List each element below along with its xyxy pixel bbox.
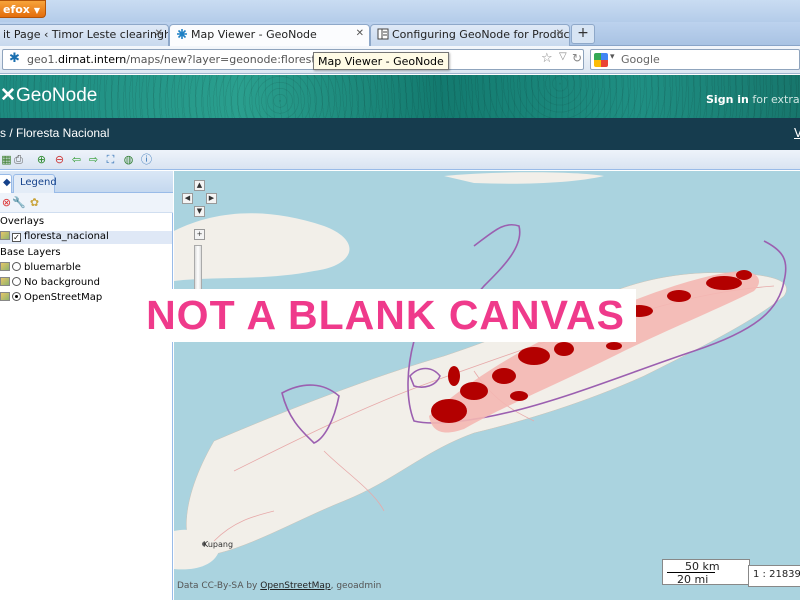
geonode-logo[interactable]: ✕GeoNode (0, 84, 97, 107)
signin-area: Sign in for extra fe (706, 93, 800, 106)
layer-checkbox[interactable]: ✓ (12, 233, 21, 242)
layer-radio[interactable] (12, 292, 21, 301)
attribution-prefix: Data CC-By-SA by (177, 581, 261, 591)
zoom-plus-icon[interactable]: + (194, 229, 205, 240)
layer-styles-icon[interactable]: ✿ (28, 196, 41, 209)
search-bar[interactable]: ▾ Google (590, 49, 800, 70)
layers-icon: ◆ (3, 177, 11, 188)
url-prefix: geo1. (27, 53, 58, 66)
map-viewport[interactable]: ▲ ◀ ▶ ▼ + Kupang Data CC-By-SA by OpenSt… (174, 171, 800, 600)
layer-tools: ⊗ 🔧 ✿ (0, 193, 173, 213)
layer-icon (0, 231, 10, 240)
layer-icon (0, 262, 10, 271)
layer-radio[interactable] (12, 277, 21, 286)
close-icon[interactable]: ✕ (356, 28, 364, 39)
site-identity-icon[interactable]: ✱ (9, 52, 23, 66)
tab-tooltip: Map Viewer - GeoNode (313, 52, 449, 70)
zoom-in-icon[interactable]: ⊕ (35, 153, 48, 166)
print-icon[interactable]: ⎙ (12, 153, 25, 166)
scale-km: 50 km (685, 560, 720, 573)
base-layer-openstreetmap[interactable]: OpenStreetMap (0, 292, 102, 303)
site-banner (0, 75, 800, 118)
tab-timor-leste[interactable]: it Page ‹ Timor Leste clearinghouse... ✕ (0, 24, 169, 46)
attribution-suffix: , geoadmin (330, 581, 382, 591)
layer-name: bluemarble (24, 262, 81, 273)
breadcrumb-right-link[interactable]: V (794, 126, 800, 140)
chevron-down-icon: ▼ (33, 6, 41, 15)
new-tab-button[interactable]: + (571, 24, 595, 44)
google-icon[interactable] (594, 53, 608, 67)
window-titlebar (0, 0, 800, 22)
layer-name: OpenStreetMap (24, 292, 103, 303)
tab-legend[interactable]: Legend (13, 174, 57, 193)
document-icon (377, 28, 389, 40)
tab-title: it Page ‹ Timor Leste clearinghouse... (3, 28, 168, 41)
osm-link[interactable]: OpenStreetMap (260, 581, 330, 591)
globe-icon[interactable]: ◍ (122, 153, 135, 166)
panel-tabs: ◆ Legend (0, 171, 173, 194)
breadcrumb[interactable]: s / Floresta Nacional (0, 126, 109, 140)
tab-layers[interactable]: ◆ (0, 174, 12, 194)
city-label-kupang: Kupang (203, 540, 234, 549)
overlays-heading: Overlays (0, 216, 44, 227)
tab-configuring-geonode[interactable]: Configuring GeoNode for Production... ✕ (370, 24, 570, 46)
close-icon[interactable]: ✕ (155, 28, 163, 39)
info-icon[interactable]: ⓘ (140, 153, 153, 166)
signin-suffix: for extra fe (752, 93, 800, 106)
pan-left-icon[interactable]: ◀ (182, 193, 193, 204)
reload-icon[interactable]: ↻ (572, 51, 582, 65)
search-input[interactable]: Google (621, 53, 660, 66)
bookmark-star-icon[interactable]: ☆ (541, 51, 553, 66)
map-canvas[interactable] (174, 171, 800, 600)
layer-name: No background (24, 277, 100, 288)
geonode-logo-icon: ✕ (0, 85, 16, 106)
chevron-down-icon[interactable]: ▾ (610, 52, 615, 62)
firefox-menu-button[interactable]: efox ▼ (0, 0, 46, 18)
base-layers-heading: Base Layers (0, 247, 61, 258)
url-host: dirnat.intern (57, 53, 127, 66)
tab-title: Map Viewer - GeoNode (191, 28, 317, 41)
map-toolbar: ▦ ⎙ ⊕ ⊖ ⇦ ⇨ ⛶ ◍ ⓘ (0, 150, 800, 170)
tab-title: Configuring GeoNode for Production... (392, 28, 570, 41)
overlays-heading-label: Overlays (0, 216, 45, 227)
pan-right-icon[interactable]: ▶ (206, 193, 217, 204)
zoom-out-icon[interactable]: ⊖ (53, 153, 66, 166)
pan-up-icon[interactable]: ▲ (194, 180, 205, 191)
north-island-strip (444, 172, 604, 184)
zoom-extent-icon[interactable]: ⛶ (104, 153, 117, 166)
base-layer-bluemarble[interactable]: bluemarble (0, 262, 81, 273)
history-dropdown-icon[interactable]: ▽ (559, 51, 567, 62)
base-heading-label: Base Layers (0, 247, 61, 258)
forward-arrow-icon[interactable]: ⇨ (87, 153, 100, 166)
close-icon[interactable]: ✕ (556, 28, 564, 39)
url-bar[interactable]: ✱ geo1.dirnat.intern/maps/new?layer=geon… (2, 49, 584, 70)
layer-radio[interactable] (12, 262, 21, 271)
breadcrumb-bar (0, 118, 800, 150)
layer-name: floresta_nacional (24, 231, 109, 242)
tab-strip: it Page ‹ Timor Leste clearinghouse... ✕… (0, 22, 800, 47)
map-attribution: Data CC-By-SA by OpenStreetMap, geoadmin (177, 581, 381, 591)
layer-properties-icon[interactable]: 🔧 (12, 196, 26, 209)
tab-map-viewer[interactable]: Map Viewer - GeoNode ✕ (169, 24, 370, 47)
layer-icon (0, 292, 10, 301)
back-arrow-icon[interactable]: ⇦ (70, 153, 83, 166)
layer-icon (0, 277, 10, 286)
scale-ratio-select[interactable]: 1 : 2183916 (748, 565, 800, 587)
signin-link[interactable]: Sign in (706, 93, 749, 106)
pan-down-icon[interactable]: ▼ (194, 206, 205, 217)
geonode-icon (177, 29, 187, 39)
base-layer-no-background[interactable]: No background (0, 277, 100, 288)
scale-line: 50 km 20 mi (662, 559, 750, 586)
overlay-banner-text: NOT A BLANK CANVAS (135, 289, 636, 342)
logo-text: GeoNode (16, 85, 98, 106)
firefox-menu-label: efox (3, 3, 30, 16)
layer-row-floresta-nacional[interactable]: ✓ floresta_nacional (0, 231, 172, 244)
scale-mi: 20 mi (677, 573, 709, 586)
layer-panel: ◆ Legend ⊗ 🔧 ✿ Overlays ✓ floresta_nacion… (0, 171, 173, 600)
